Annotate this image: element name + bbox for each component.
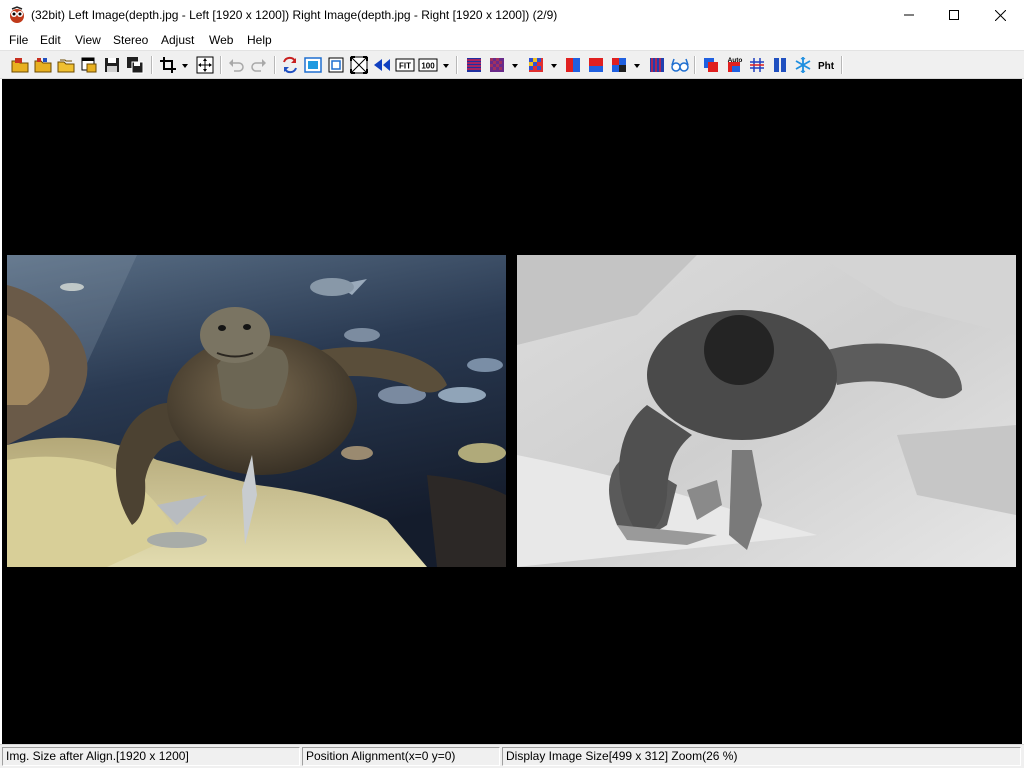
auto-align-icon[interactable] xyxy=(701,55,721,75)
auto-label: Auto xyxy=(728,57,743,64)
zoom-dropdown-icon[interactable] xyxy=(441,55,451,75)
zoom-100-label: 100 xyxy=(421,62,435,71)
pht-label: Pht xyxy=(818,61,835,72)
grid-icon[interactable] xyxy=(747,55,767,75)
crop-dropdown-icon[interactable] xyxy=(180,55,190,75)
undo-icon[interactable] xyxy=(226,55,246,75)
status-position-alignment: Position Alignment(x=0 y=0) xyxy=(302,747,500,766)
menu-edit[interactable]: Edit xyxy=(40,33,61,47)
save-icon[interactable] xyxy=(102,55,122,75)
fit-window-icon[interactable] xyxy=(303,55,323,75)
toolbar-separator xyxy=(841,56,843,74)
fit-label: FIT xyxy=(399,62,411,71)
right-image-depth-map[interactable] xyxy=(517,255,1016,567)
two-panel-icon[interactable] xyxy=(770,55,790,75)
title-bar[interactable]: (32bit) Left Image(depth.jpg - Left [192… xyxy=(0,0,1024,30)
menu-help[interactable]: Help xyxy=(247,33,272,47)
anaglyph-dropdown-icon[interactable] xyxy=(510,55,520,75)
open-folder-icon[interactable] xyxy=(10,55,30,75)
auto-color-icon[interactable]: Auto xyxy=(724,55,744,75)
crop-icon[interactable] xyxy=(158,55,178,75)
open-multi-icon[interactable] xyxy=(56,55,76,75)
fullscreen-icon[interactable] xyxy=(349,55,369,75)
quad-color-icon[interactable] xyxy=(609,55,629,75)
menu-bar: File Edit View Stereo Adjust Web Help xyxy=(0,30,1024,50)
color-dropdown-icon[interactable] xyxy=(549,55,559,75)
minimize-button[interactable] xyxy=(886,0,932,30)
redo-icon[interactable] xyxy=(249,55,269,75)
side-by-side-red-blue-icon[interactable] xyxy=(563,55,583,75)
stereo-photo-maker-app-icon[interactable] xyxy=(8,6,26,24)
toolbar-separator xyxy=(220,56,222,74)
toolbar-separator xyxy=(694,56,696,74)
open-stereo-icon[interactable] xyxy=(33,55,53,75)
menu-stereo[interactable]: Stereo xyxy=(113,33,148,47)
stripe-icon[interactable] xyxy=(647,55,667,75)
snowflake-icon[interactable] xyxy=(793,55,813,75)
fit-icon[interactable]: FIT xyxy=(395,55,415,75)
anaglyph-checker-icon[interactable] xyxy=(487,55,507,75)
glasses-icon[interactable] xyxy=(670,55,690,75)
full-frame-icon[interactable] xyxy=(326,55,346,75)
mirror-arrows-icon[interactable] xyxy=(372,55,392,75)
window-title: (32bit) Left Image(depth.jpg - Left [192… xyxy=(31,8,558,22)
status-display-size-zoom: Display Image Size[499 x 312] Zoom(26 %) xyxy=(502,747,1021,766)
zoom-100-icon[interactable]: 100 xyxy=(418,55,438,75)
move-icon[interactable] xyxy=(195,55,215,75)
status-img-size: Img. Size after Align.[1920 x 1200] xyxy=(2,747,300,766)
toolbar-separator xyxy=(456,56,458,74)
close-button[interactable] xyxy=(977,0,1023,30)
left-image-sea-turtle-photo[interactable] xyxy=(7,255,506,567)
status-bar: Img. Size after Align.[1920 x 1200] Posi… xyxy=(0,744,1024,768)
image-viewport[interactable] xyxy=(2,79,1022,744)
menu-web[interactable]: Web xyxy=(209,33,233,47)
anaglyph-color-icon[interactable] xyxy=(526,55,546,75)
anaglyph-interlaced-icon[interactable] xyxy=(464,55,484,75)
quad-dropdown-icon[interactable] xyxy=(632,55,642,75)
save-all-icon[interactable] xyxy=(125,55,145,75)
pht-icon[interactable]: Pht xyxy=(816,55,836,75)
toolbar: FIT 100 Auto Pht xyxy=(0,50,1024,79)
toolbar-separator xyxy=(151,56,153,74)
menu-adjust[interactable]: Adjust xyxy=(161,33,194,47)
toolbar-separator xyxy=(274,56,276,74)
menu-view[interactable]: View xyxy=(75,33,101,47)
side-by-side-blue-red-icon[interactable] xyxy=(586,55,606,75)
maximize-button[interactable] xyxy=(931,0,977,30)
swap-lr-icon[interactable] xyxy=(280,55,300,75)
open-window-icon[interactable] xyxy=(79,55,99,75)
menu-file[interactable]: File xyxy=(9,33,28,47)
